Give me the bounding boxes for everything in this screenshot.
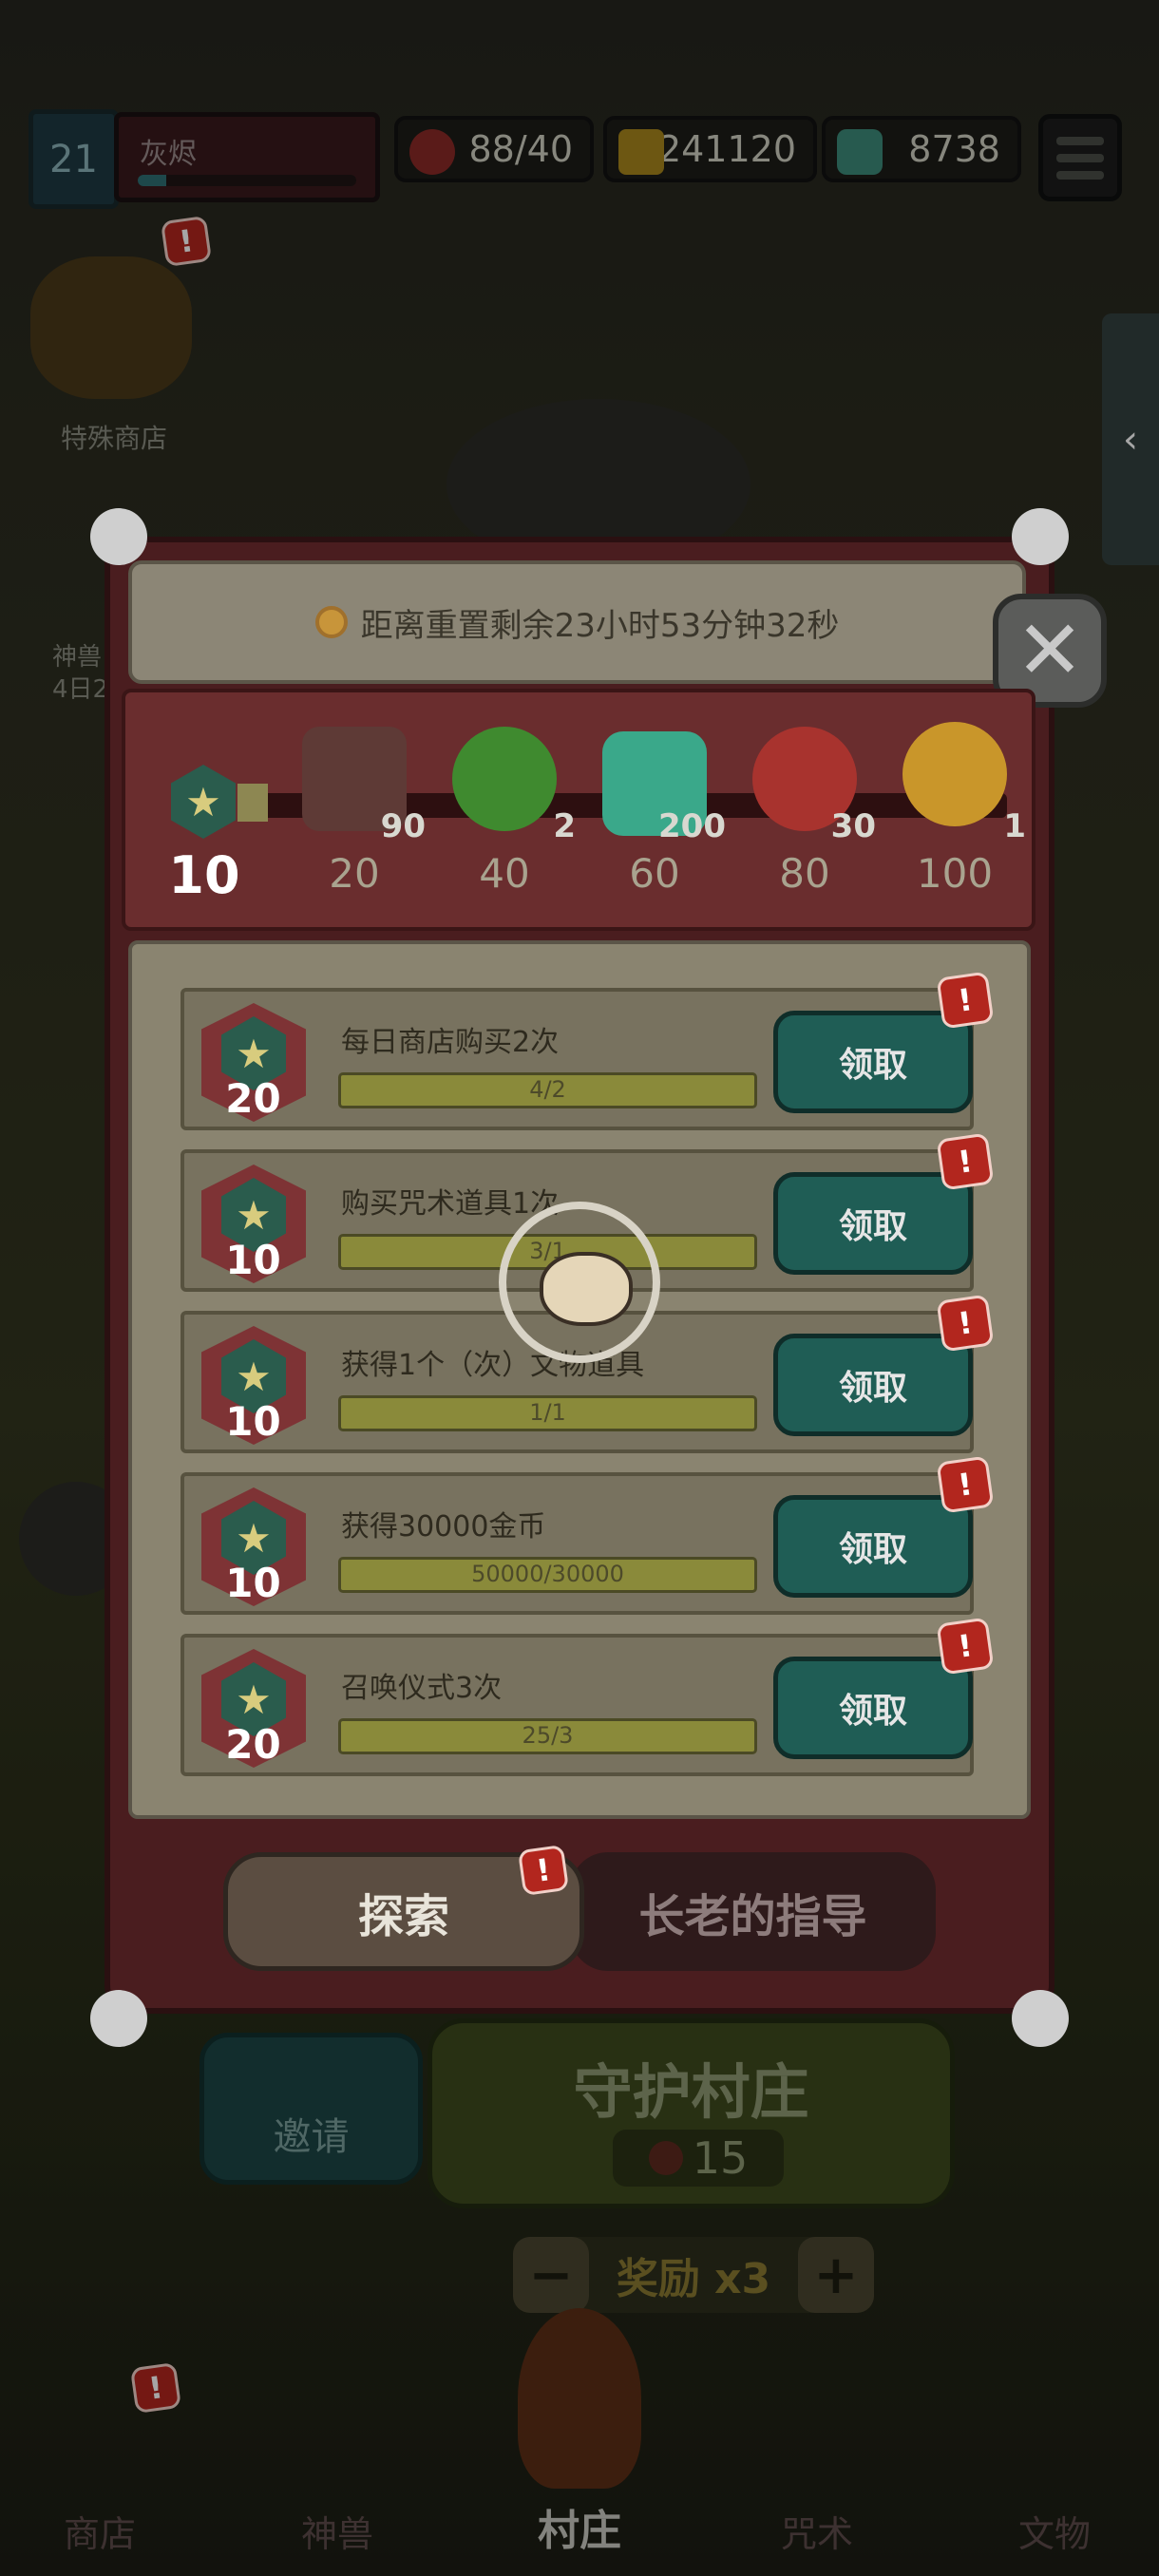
milestone-count: 90 xyxy=(380,807,426,845)
alert-icon: ! xyxy=(936,971,995,1030)
task-row: ★ 20 召唤仪式3次 25/3 领取 ! xyxy=(180,1617,995,1776)
milestone-track-fill xyxy=(238,784,268,822)
milestone-count: 2 xyxy=(553,807,576,845)
alert-icon: ! xyxy=(936,1132,995,1191)
bone-decoration xyxy=(90,508,147,565)
task-title: 购买咒术道具1次 xyxy=(341,1187,560,1221)
bone-decoration xyxy=(1012,1990,1069,2047)
alert-icon: ! xyxy=(936,1455,995,1514)
task-progress: 25/3 xyxy=(522,1722,574,1749)
task-progress-bar: 4/2 xyxy=(338,1072,757,1108)
milestone-threshold: 100 xyxy=(916,850,994,897)
alert-icon: ! xyxy=(517,1844,570,1897)
task-progress-bar: 1/1 xyxy=(338,1395,757,1431)
task-progress: 4/2 xyxy=(529,1076,566,1103)
task-title: 每日商店购买2次 xyxy=(341,1026,560,1059)
tab-elder-guidance[interactable]: 长老的指导 xyxy=(570,1852,936,1971)
alert-icon: ! xyxy=(936,1617,995,1676)
bone-decoration xyxy=(90,1990,147,2047)
task-title: 获得30000金币 xyxy=(341,1510,546,1544)
close-icon: ✕ xyxy=(1015,603,1085,698)
loading-mascot-icon xyxy=(499,1202,660,1363)
mascot-body xyxy=(540,1252,633,1326)
claim-button[interactable]: 领取 xyxy=(773,1172,973,1275)
task-progress-bar: 25/3 xyxy=(338,1718,757,1754)
milestone-threshold: 20 xyxy=(329,850,380,897)
task-title: 召唤仪式3次 xyxy=(341,1672,503,1705)
clock-icon xyxy=(314,606,348,638)
claim-button[interactable]: 领取 xyxy=(773,1334,973,1436)
task-progress: 1/1 xyxy=(529,1399,566,1426)
alert-icon: ! xyxy=(936,1294,995,1353)
task-progress-bar: 50000/30000 xyxy=(338,1557,757,1593)
milestone-threshold: 80 xyxy=(779,850,830,897)
bone-decoration xyxy=(1012,508,1069,565)
reset-timer: 距离重置剩余23小时53分钟32秒 xyxy=(128,560,1026,684)
task-points: 10 xyxy=(225,1560,281,1606)
reset-timer-text: 距离重置剩余23小时53分钟32秒 xyxy=(360,606,840,645)
claim-button[interactable]: 领取 xyxy=(773,1495,973,1598)
milestone-count: 200 xyxy=(658,807,726,845)
claim-button[interactable]: 领取 xyxy=(773,1011,973,1113)
claim-button[interactable]: 领取 xyxy=(773,1657,973,1759)
milestone-count: 30 xyxy=(830,807,876,845)
milestone-count: 1 xyxy=(1003,807,1026,845)
task-points: 10 xyxy=(225,1237,281,1283)
task-points: 20 xyxy=(225,1721,281,1768)
milestone-threshold: 60 xyxy=(629,850,680,897)
milestone-threshold: 40 xyxy=(479,850,530,897)
task-points: 10 xyxy=(225,1398,281,1445)
current-points: 10 xyxy=(168,845,240,905)
task-row: ★ 10 获得30000金币 50000/30000 领取 ! xyxy=(180,1455,995,1615)
task-progress: 50000/30000 xyxy=(471,1561,624,1587)
task-points: 20 xyxy=(225,1075,281,1122)
task-row: ★ 20 每日商店购买2次 4/2 领取 ! xyxy=(180,971,995,1130)
